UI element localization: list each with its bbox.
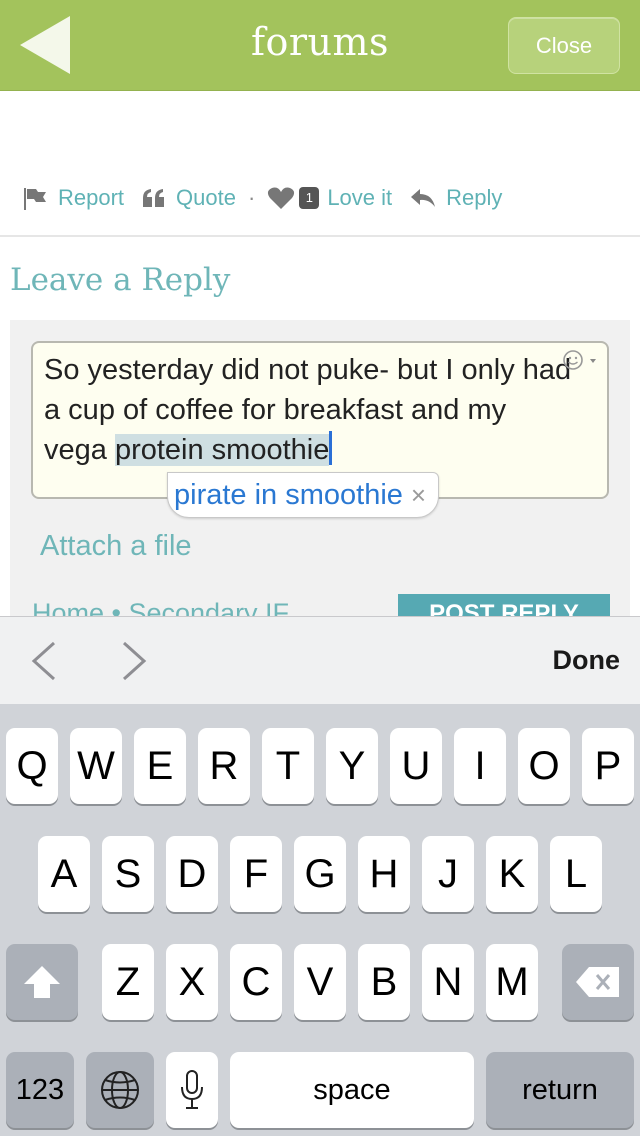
text-caret xyxy=(329,431,333,465)
keyboard-toolbar: Done xyxy=(0,616,640,705)
key-z[interactable]: Z xyxy=(102,944,154,1020)
shift-key[interactable] xyxy=(6,944,78,1020)
key-o[interactable]: O xyxy=(518,728,570,804)
key-u[interactable]: U xyxy=(390,728,442,804)
key-y[interactable]: Y xyxy=(326,728,378,804)
space-key[interactable]: space xyxy=(230,1052,474,1128)
shift-icon xyxy=(24,966,60,998)
done-button[interactable]: Done xyxy=(553,645,621,676)
delete-key[interactable] xyxy=(562,944,634,1020)
numbers-key[interactable]: 123 xyxy=(6,1052,74,1128)
nav-header: forums Close xyxy=(0,0,640,91)
report-link[interactable]: Report xyxy=(22,185,124,211)
key-k[interactable]: K xyxy=(486,836,538,912)
love-count-badge: 1 xyxy=(299,187,320,209)
globe-icon xyxy=(101,1071,139,1109)
quote-icon xyxy=(143,189,165,207)
flag-icon xyxy=(24,188,46,210)
leave-reply-heading: Leave a Reply xyxy=(10,262,231,298)
backspace-icon xyxy=(576,967,619,997)
previous-field-icon[interactable] xyxy=(30,641,58,681)
key-p[interactable]: P xyxy=(582,728,634,804)
reply-link[interactable]: Reply xyxy=(410,185,502,211)
smiley-icon[interactable] xyxy=(562,349,602,373)
next-field-icon[interactable] xyxy=(120,641,148,681)
quote-link[interactable]: Quote xyxy=(142,185,236,211)
key-d[interactable]: D xyxy=(166,836,218,912)
selected-word: protein smoothie xyxy=(114,434,330,466)
key-x[interactable]: X xyxy=(166,944,218,1020)
key-c[interactable]: C xyxy=(230,944,282,1020)
autocorrect-suggestion[interactable]: pirate in smoothie × xyxy=(167,472,440,518)
key-i[interactable]: I xyxy=(454,728,506,804)
reply-arrow-icon xyxy=(411,189,436,207)
close-button[interactable]: Close xyxy=(508,17,620,74)
key-j[interactable]: J xyxy=(422,836,474,912)
reply-text[interactable]: So yesterday did not puke- but I only ha… xyxy=(44,350,574,470)
key-h[interactable]: H xyxy=(358,836,410,912)
return-key[interactable]: return xyxy=(486,1052,634,1128)
key-a[interactable]: A xyxy=(38,836,90,912)
key-g[interactable]: G xyxy=(294,836,346,912)
love-it-link[interactable]: 1 Love it xyxy=(267,185,392,211)
separator-dot: · xyxy=(247,185,256,210)
key-r[interactable]: R xyxy=(198,728,250,804)
key-q[interactable]: Q xyxy=(6,728,58,804)
key-b[interactable]: B xyxy=(358,944,410,1020)
breadcrumb[interactable]: Home • Secondary IF xyxy=(32,598,289,616)
key-e[interactable]: E xyxy=(134,728,186,804)
key-m[interactable]: M xyxy=(486,944,538,1020)
dictation-key[interactable] xyxy=(166,1052,218,1128)
dismiss-suggestion-icon[interactable]: × xyxy=(411,480,426,511)
key-l[interactable]: L xyxy=(550,836,602,912)
section-divider xyxy=(0,235,640,237)
attach-file-link[interactable]: Attach a file xyxy=(40,530,192,563)
heart-icon xyxy=(268,187,295,209)
key-t[interactable]: T xyxy=(262,728,314,804)
key-s[interactable]: S xyxy=(102,836,154,912)
globe-key[interactable] xyxy=(86,1052,154,1128)
key-f[interactable]: F xyxy=(230,836,282,912)
key-n[interactable]: N xyxy=(422,944,474,1020)
post-actions: Report Quote · 1 Love it Reply xyxy=(22,178,520,218)
key-v[interactable]: V xyxy=(294,944,346,1020)
post-reply-button[interactable]: POST REPLY xyxy=(398,594,610,616)
microphone-icon xyxy=(181,1070,203,1109)
keyboard: Q W E R T Y U I O P A S D F G H J K L Z … xyxy=(0,704,640,1136)
key-w[interactable]: W xyxy=(70,728,122,804)
